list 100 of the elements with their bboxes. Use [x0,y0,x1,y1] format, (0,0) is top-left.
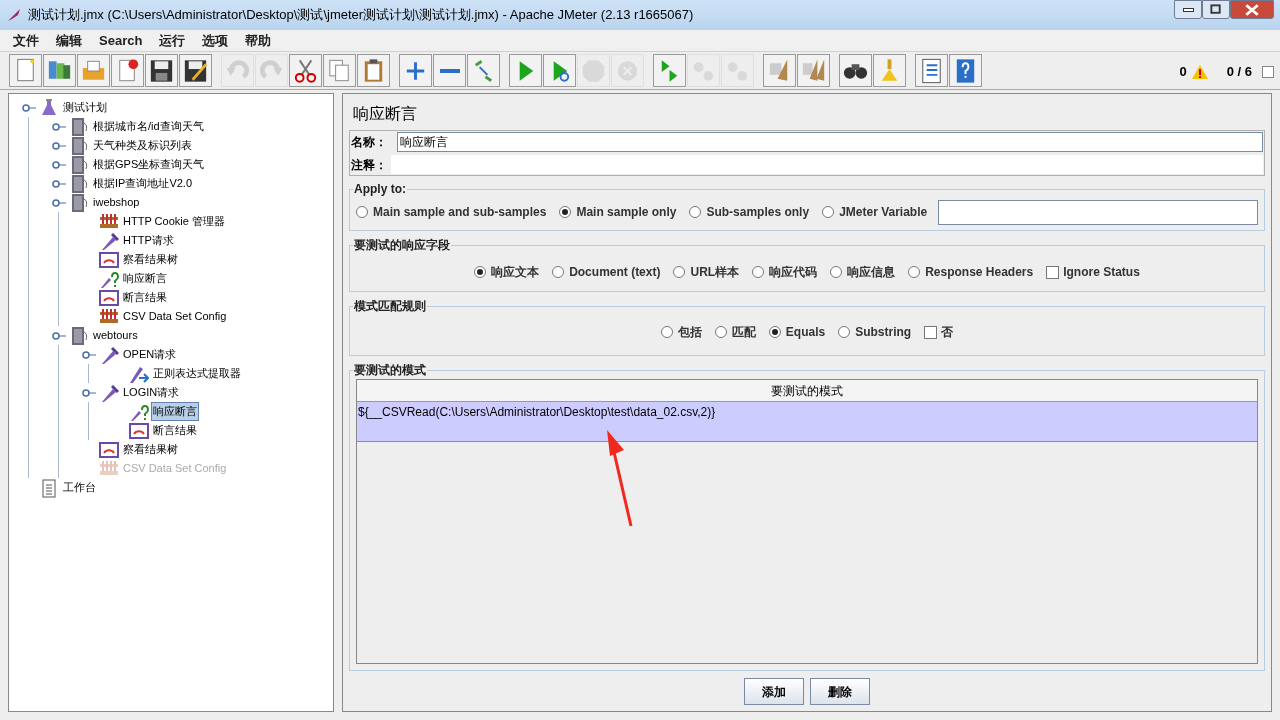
menu-item[interactable]: 运行 [152,30,193,51]
radio-label: Response Headers [925,264,1034,281]
tree-node[interactable]: 正则表达式提取器 [151,364,243,383]
radio-label: Main sample only [576,204,677,221]
tree-node[interactable]: 根据IP查询地址V2.0 [91,174,195,193]
group-title: 要测试的响应字段 [353,237,451,254]
menu-item[interactable]: 帮助 [238,30,279,51]
tree-node[interactable]: 察看结果树 [121,440,180,459]
table-cell[interactable]: ${__CSVRead(C:\Users\Administrator\Desktop\test\data_02.csv,2)} [357,402,1257,442]
expand-handle-icon [52,178,66,189]
tree-node[interactable]: webtours [91,326,140,345]
checkbox[interactable] [1046,265,1060,279]
group-title: 模式匹配规则 [353,298,427,315]
radio-button[interactable] [689,206,702,218]
radio-button[interactable] [474,266,487,278]
expand-handle-icon [82,349,96,360]
radio-label: JMeter Variable [839,204,928,221]
spool-icon [69,173,89,194]
tree-node[interactable]: 天气种类及标识列表 [91,136,194,155]
radio-button[interactable] [838,326,851,338]
toolbar-button[interactable] [179,54,212,87]
tree-node[interactable]: 测试计划 [61,98,109,117]
radio-button[interactable] [660,326,673,338]
toolbar-button[interactable] [839,54,872,87]
field-label: 名称： [351,134,388,151]
toolbar-button[interactable] [915,54,948,87]
toolbar-button[interactable] [289,54,322,87]
tree-node[interactable]: 响应断言 [121,269,169,288]
toolbar-button[interactable] [145,54,178,87]
checkbox[interactable] [924,325,938,339]
radio-button[interactable] [673,266,686,278]
close-button[interactable] [1230,0,1274,19]
radio-label: URL样本 [690,264,740,281]
radio-button[interactable] [830,266,843,278]
radio-button[interactable] [552,266,565,278]
tree-node[interactable]: 工作台 [61,478,98,497]
tree-node[interactable]: HTTP请求 [121,231,176,250]
tree-node[interactable]: HTTP Cookie 管理器 [121,212,227,231]
expand-handle-icon [52,197,66,208]
radio-button[interactable] [768,326,781,338]
thread-count: 0 / 6 [1226,63,1252,81]
status-indicator [1262,65,1274,78]
radio-button[interactable] [908,266,921,278]
radio-label: Substring [855,324,912,341]
tree-node[interactable]: 根据城市名/id查询天气 [91,117,206,136]
expand-handle-icon [52,159,66,170]
radio-button[interactable] [356,206,368,218]
radio-label: Equals [785,324,826,341]
menu-item[interactable]: 文件 [6,30,46,51]
tree-node[interactable]: LOGIN请求 [121,383,182,402]
tree-node[interactable]: 察看结果树 [121,250,180,269]
spool-icon [69,154,89,175]
field-label: 注释： [351,156,388,174]
checkbox-label: 否 [941,324,954,341]
tree-node[interactable]: 根据GPS坐标查询天气 [91,155,207,174]
error-count: 0 [1179,63,1187,81]
pipette-icon [99,230,119,251]
pipette-icon [99,382,119,403]
column-header: 要测试的模式 [357,380,1257,402]
tree-node[interactable]: 断言结果 [121,288,169,307]
pipette-icon [99,344,119,365]
spool-icon [69,325,89,346]
spool-icon [69,192,89,213]
menu-item[interactable]: Search [92,30,150,51]
radio-label: 响应文本 [491,264,540,281]
menu-item[interactable]: 选项 [195,30,236,51]
gauge-icon [99,439,119,460]
spool-icon [69,135,89,156]
radio-button[interactable] [752,266,765,278]
checkbox-label: Ignore Status [1063,264,1140,281]
gauge-icon [99,249,119,270]
panel-title: 响应断言 [353,104,418,124]
radio-button[interactable] [714,326,727,338]
tree-node[interactable]: 断言结果 [151,421,199,440]
variable-field[interactable] [938,199,1258,225]
tree-node[interactable]: 响应断言 [151,402,199,421]
radio-button[interactable] [822,206,835,218]
flask-icon [39,97,59,118]
expand-handle-icon [52,140,66,151]
comment-field[interactable] [391,155,1263,174]
window-title: 测试计划.jmx (C:\Users\Administrator\Desktop\测试\jmeter测试计划\测试计划.jmx) - Apache JMeter (2.13 r1665067) [28,6,694,25]
radio-label: Document (text) [569,264,661,281]
action-button[interactable]: 删除 [810,678,870,705]
tree-node[interactable]: OPEN请求 [121,345,179,364]
minus-icon [439,68,460,73]
tree-node[interactable]: CSV Data Set Config [121,307,229,326]
radio-label: 匹配 [731,324,756,341]
minimize-button[interactable] [1174,0,1202,19]
tree-node[interactable]: iwebshop [91,193,142,212]
menu-item[interactable]: 编辑 [49,30,89,51]
radio-label: 响应代码 [769,264,818,281]
expand-handle-icon [82,387,96,398]
maximize-button[interactable] [1202,0,1230,19]
radio-button[interactable] [559,206,572,218]
action-button[interactable]: 添加 [744,678,804,705]
toolbar-button[interactable] [111,54,144,87]
warning-icon [1190,63,1209,80]
spool-icon [69,116,89,137]
name-field[interactable]: 响应断言 [397,132,1263,152]
radio-label: 包括 [677,324,702,341]
